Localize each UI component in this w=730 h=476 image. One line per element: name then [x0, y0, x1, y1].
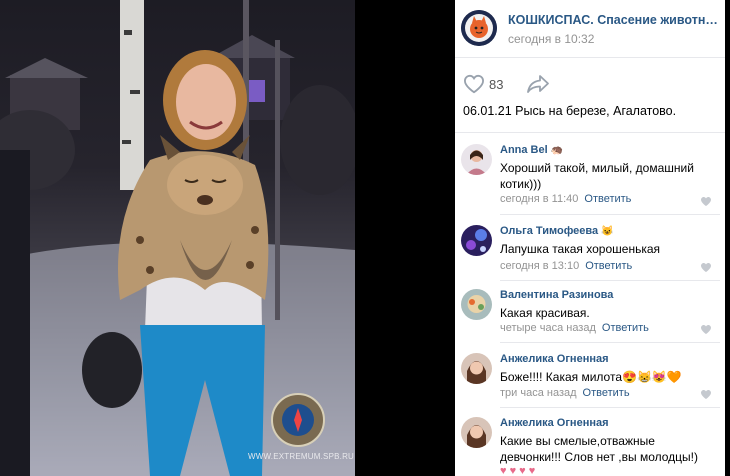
- comment-author[interactable]: Ольга Тимофеева 😺: [500, 225, 614, 237]
- author-name[interactable]: Валентина Разинова: [500, 289, 613, 301]
- commenter-avatar[interactable]: [461, 144, 492, 175]
- sticker-row: ♥ ♥ ♥ ♥: [500, 465, 536, 476]
- share-icon[interactable]: [526, 73, 550, 95]
- post-photo[interactable]: WWW.EXTREMUM.SPB.RU: [0, 0, 355, 476]
- comment-text: Какая красивая.: [500, 306, 590, 320]
- avatar-image: [461, 225, 492, 256]
- comments-divider: [455, 132, 725, 133]
- avatar-image: [461, 144, 492, 175]
- post-actions: 83: [455, 70, 725, 100]
- comment-text: Лапушка такая хорошенькая: [500, 242, 661, 256]
- author-name[interactable]: Анжелика Огненная: [500, 353, 609, 365]
- reply-button[interactable]: Ответить: [585, 260, 632, 272]
- comment-separator: [500, 342, 720, 343]
- commenter-avatar[interactable]: [461, 353, 492, 384]
- commenter-avatar[interactable]: [461, 417, 492, 448]
- comment-meta: четыре часа назад Ответить: [500, 322, 649, 334]
- comment-author[interactable]: Anna Bel 🦔: [500, 144, 563, 156]
- avatar-image: [461, 417, 492, 448]
- author-emoji: 🦔: [550, 145, 564, 156]
- comment-meta: сегодня в 13:10 Ответить: [500, 260, 632, 272]
- comment-separator: [500, 214, 720, 215]
- comment-separator: [500, 280, 720, 281]
- post-side-panel: КОШКИСПАС. Спасение животных сегодня в 1…: [455, 0, 725, 476]
- avatar-image: [461, 289, 492, 320]
- comment-time[interactable]: четыре часа назад: [500, 322, 596, 334]
- comment-author[interactable]: Валентина Разинова: [500, 289, 613, 301]
- commenter-avatar[interactable]: [461, 289, 492, 320]
- comment-like-icon[interactable]: [700, 389, 712, 400]
- comment-text: Какие вы смелые,отважные девчонки!!! Сло…: [500, 434, 698, 464]
- author-name[interactable]: Анжелика Огненная: [500, 417, 609, 429]
- comment-item: Анжелика Огненная Какие вы смелые,отважн…: [455, 415, 725, 476]
- comment-item: Анжелика Огненная Боже!!!! Какая милота😍…: [455, 351, 725, 408]
- comment-time[interactable]: сегодня в 13:10: [500, 260, 579, 272]
- comment-meta: сегодня в 11:40 Ответить: [500, 193, 631, 205]
- comment-item: Anna Bel 🦔 Хороший такой, милый, домашни…: [455, 142, 725, 215]
- post-timestamp[interactable]: сегодня в 10:32: [508, 32, 594, 46]
- avatar-image: [461, 353, 492, 384]
- commenter-avatar[interactable]: [461, 225, 492, 256]
- viewer-gap: [355, 0, 455, 476]
- comment-time[interactable]: сегодня в 11:40: [500, 193, 578, 205]
- comment-like-icon[interactable]: [700, 324, 712, 335]
- comment-meta: три часа назад Ответить: [500, 387, 630, 399]
- post-header: КОШКИСПАС. Спасение животных сегодня в 1…: [455, 0, 725, 58]
- comment-separator: [500, 407, 720, 408]
- comment-text: Хороший такой, милый, домашний котик))): [500, 161, 694, 191]
- photo-watermark: WWW.EXTREMUM.SPB.RU: [248, 452, 355, 461]
- likes-count[interactable]: 83: [489, 77, 503, 92]
- comment-like-icon[interactable]: [700, 262, 712, 273]
- heart-icon[interactable]: [463, 74, 485, 94]
- author-name[interactable]: Ольга Тимофеева: [500, 225, 598, 237]
- cat-logo-icon: [461, 10, 497, 46]
- author-name[interactable]: Anna Bel: [500, 144, 548, 156]
- viewer-edge: [725, 0, 730, 476]
- group-name-link[interactable]: КОШКИСПАС. Спасение животных: [508, 13, 720, 27]
- comment-item: Ольга Тимофеева 😺 Лапушка такая хорошень…: [455, 223, 725, 281]
- group-avatar[interactable]: [461, 10, 497, 46]
- comment-like-icon[interactable]: [700, 196, 712, 207]
- comment-author[interactable]: Анжелика Огненная: [500, 417, 609, 429]
- comment-time[interactable]: три часа назад: [500, 387, 577, 399]
- comment-author[interactable]: Анжелика Огненная: [500, 353, 609, 365]
- comment-item: Валентина Разинова Какая красивая. четыр…: [455, 287, 725, 343]
- comment-text: Боже!!!! Какая милота😍😸😻🧡: [500, 370, 682, 384]
- reply-button[interactable]: Ответить: [583, 387, 630, 399]
- reply-button[interactable]: Ответить: [584, 193, 631, 205]
- author-emoji: 😺: [601, 226, 614, 237]
- photo-viewer: WWW.EXTREMUM.SPB.RU КОШКИСПАС. Спасение …: [0, 0, 730, 476]
- reply-button[interactable]: Ответить: [602, 322, 649, 334]
- photo-illustration: [0, 0, 355, 476]
- post-caption: 06.01.21 Рысь на березе, Агалатово.: [463, 104, 677, 118]
